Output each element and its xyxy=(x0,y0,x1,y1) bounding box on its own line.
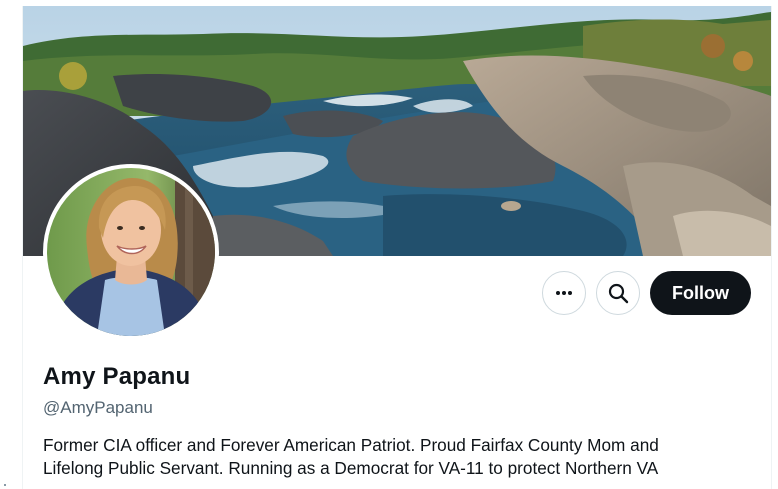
profile-bio: Former CIA officer and Forever American … xyxy=(43,434,763,480)
bio-line: Former CIA officer and Forever American … xyxy=(43,435,659,455)
search-icon xyxy=(608,283,629,304)
scrollbar-marker xyxy=(4,484,6,486)
follow-button[interactable]: Follow xyxy=(650,271,751,315)
profile-actions: Follow xyxy=(542,271,751,315)
more-horizontal-icon xyxy=(556,291,572,295)
bio-line: Lifelong Public Servant. Running as a De… xyxy=(43,458,659,478)
user-handle: @AmyPapanu xyxy=(43,398,153,417)
display-name: Amy Papanu xyxy=(43,363,191,390)
profile-page: Follow Amy Papanu @AmyPapanu Former CIA … xyxy=(22,6,772,489)
more-options-button[interactable] xyxy=(542,271,586,315)
profile-avatar[interactable] xyxy=(43,164,219,340)
search-profile-button[interactable] xyxy=(596,271,640,315)
